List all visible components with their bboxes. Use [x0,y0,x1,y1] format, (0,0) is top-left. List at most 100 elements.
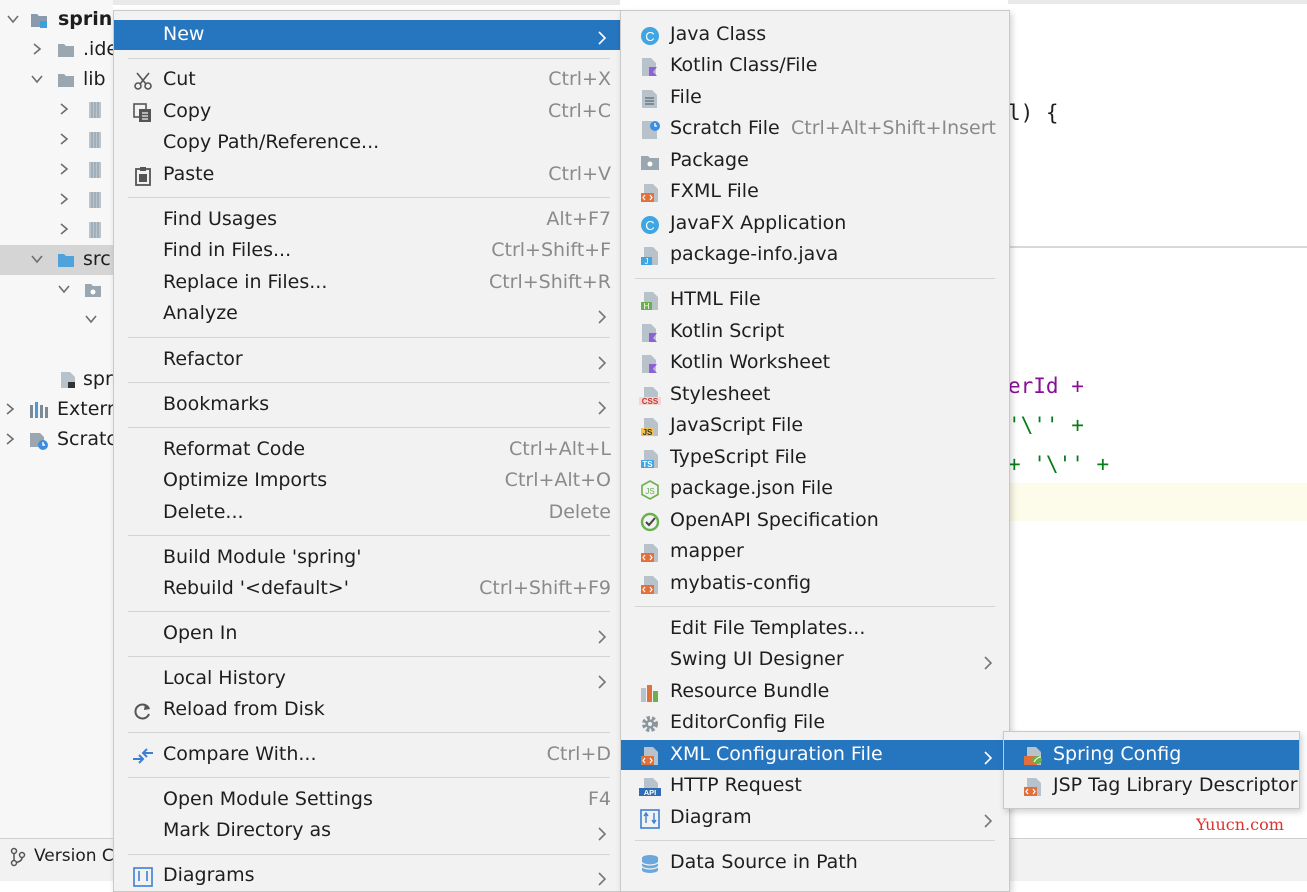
chevron-right-icon[interactable] [57,132,71,146]
menu-item-label: Build Module 'spring' [163,546,362,568]
menu-item-spring-config[interactable]: Spring Config [1004,740,1299,770]
tree-row-spring-xml[interactable]: spr [0,365,113,395]
chevron-down-icon[interactable] [6,12,20,26]
menu-item-find-in-files[interactable]: Find in Files... Ctrl+Shift+F [114,236,620,266]
tree-row-jar[interactable] [0,215,113,245]
menu-item-javascript-file[interactable]: JS JavaScript File [621,411,1009,441]
menu-item-kotlin-script[interactable]: Kotlin Script [621,317,1009,347]
tree-row-src[interactable]: src [0,245,113,275]
menu-item-analyze[interactable]: Analyze [114,299,620,329]
menu-item-openapi[interactable]: OpenAPI Specification [621,506,1009,536]
chevron-down-icon[interactable] [57,282,71,296]
menu-item-mybatis-config[interactable]: mybatis-config [621,569,1009,599]
tree-row-package[interactable] [0,275,113,305]
editor-tabs-bar [113,0,620,5]
tree-row-project[interactable]: spring [0,5,113,35]
menu-item-reformat-code[interactable]: Reformat Code Ctrl+Alt+L [114,435,620,465]
menu-item-edit-file-templates[interactable]: Edit File Templates... [621,614,1009,644]
menu-item-shortcut: Ctrl+Alt+O [504,469,611,491]
chevron-right-icon[interactable] [3,432,17,446]
tree-row-package[interactable] [0,305,113,335]
menu-item-scratch-file[interactable]: Scratch File Ctrl+Alt+Shift+Insert [621,114,1009,144]
chevron-right-icon[interactable] [57,222,71,236]
menu-item-mark-directory-as[interactable]: Mark Directory as [114,816,620,846]
menu-item-new[interactable]: New [114,20,620,50]
menu-item-editorconfig[interactable]: EditorConfig File [621,708,1009,738]
chevron-down-icon[interactable] [30,252,44,266]
menu-item-refactor[interactable]: Refactor [114,345,620,375]
chevron-right-icon[interactable] [57,192,71,206]
tree-row-jar[interactable] [0,185,113,215]
chevron-right-icon[interactable] [57,102,71,116]
menu-item-package-json[interactable]: JS package.json File [621,474,1009,504]
menu-item-reload-from-disk[interactable]: Reload from Disk [114,695,620,725]
tree-row-jar[interactable] [0,155,113,185]
menu-item-mapper[interactable]: mapper [621,537,1009,567]
chevron-right-icon[interactable] [57,162,71,176]
menu-item-resource-bundle[interactable]: Resource Bundle [621,677,1009,707]
menu-item-http-request[interactable]: API HTTP Request [621,771,1009,801]
file-icon [640,89,660,109]
watermark: Yuucn.com [1196,815,1284,834]
menu-item-paste[interactable]: Paste Ctrl+V [114,160,620,190]
api-file-icon: API [638,777,661,797]
tree-row-jar[interactable] [0,95,113,125]
menu-item-copy-path[interactable]: Copy Path/Reference... [114,128,620,158]
chevron-down-icon[interactable] [30,72,44,86]
tree-row-lib[interactable]: lib [0,65,113,95]
menu-item-package-info[interactable]: J package-info.java [621,240,1009,270]
menu-item-diagram[interactable]: Diagram [621,803,1009,833]
menu-item-optimize-imports[interactable]: Optimize Imports Ctrl+Alt+O [114,466,620,496]
tree-row-external-libraries[interactable]: Extern [0,395,113,425]
menu-item-typescript-file[interactable]: TS TypeScript File [621,443,1009,473]
menu-item-find-usages[interactable]: Find Usages Alt+F7 [114,205,620,235]
menu-item-open-in[interactable]: Open In [114,619,620,649]
menu-item-html-file[interactable]: H HTML File [621,285,1009,315]
menu-item-bookmarks[interactable]: Bookmarks [114,390,620,420]
menu-item-label: Reload from Disk [163,698,325,720]
menu-item-delete[interactable]: Delete... Delete [114,498,620,528]
menu-item-label: HTML File [670,288,761,310]
menu-item-xml-configuration-file[interactable]: XML Configuration File [621,740,1009,770]
library-icon [29,401,48,419]
menu-item-javafx-application[interactable]: C JavaFX Application [621,209,1009,239]
menu-item-kotlin-class[interactable]: Kotlin Class/File [621,51,1009,81]
menu-item-data-source-in-path[interactable]: Data Source in Path [621,848,1009,878]
tree-row-jar[interactable] [0,125,113,155]
menu-item-label: Replace in Files... [163,271,328,293]
menu-item-package[interactable]: Package [621,146,1009,176]
menu-item-file[interactable]: File [621,83,1009,113]
menu-item-jsp-tag-library[interactable]: JSP Tag Library Descriptor [1004,771,1299,801]
version-control-tab[interactable]: Version Co [34,846,124,866]
tree-row-idea[interactable]: .ide [0,35,113,65]
svg-text:JS: JS [645,487,654,496]
javafx-class-icon: C [640,215,660,235]
chevron-right-icon[interactable] [3,402,17,416]
menu-item-stylesheet[interactable]: CSS Stylesheet [621,380,1009,410]
menu-item-build-module[interactable]: Build Module 'spring' [114,543,620,573]
menu-item-rebuild[interactable]: Rebuild '<default>' Ctrl+Shift+F9 [114,574,620,604]
css-file-icon: CSS [638,386,661,406]
menu-item-shortcut: Ctrl+X [548,68,611,90]
menu-item-diagrams[interactable]: Diagrams [114,861,620,891]
menu-item-swing-ui-designer[interactable]: Swing UI Designer [621,645,1009,675]
folder-icon [57,71,75,89]
tree-row-scratches[interactable]: Scratcl [0,425,113,455]
menu-item-label: Open In [163,622,238,644]
menu-item-replace-in-files[interactable]: Replace in Files... Ctrl+Shift+R [114,268,620,298]
menu-item-copy[interactable]: Copy Ctrl+C [114,97,620,127]
branch-icon[interactable] [10,847,26,872]
chevron-right-icon[interactable] [30,42,44,56]
menu-item-cut[interactable]: Cut Ctrl+X [114,65,620,95]
menu-item-java-class[interactable]: C Java Class [621,20,1009,50]
menu-item-kotlin-worksheet[interactable]: Kotlin Worksheet [621,348,1009,378]
menu-item-open-module-settings[interactable]: Open Module Settings F4 [114,785,620,815]
code-editor[interactable]: l) { erId + '\'' + + '\'' + Yuucn.com [1008,0,1307,840]
menu-item-compare-with[interactable]: Compare With... Ctrl+D [114,740,620,770]
menu-item-label: JSP Tag Library Descriptor [1053,774,1298,796]
new-submenu: C Java Class Kotlin Class/File File Scra… [620,10,1010,892]
xml-configuration-submenu: Spring Config JSP Tag Library Descriptor [1003,731,1300,809]
menu-item-local-history[interactable]: Local History [114,664,620,694]
chevron-down-icon[interactable] [84,312,98,326]
menu-item-fxml-file[interactable]: FXML File [621,177,1009,207]
